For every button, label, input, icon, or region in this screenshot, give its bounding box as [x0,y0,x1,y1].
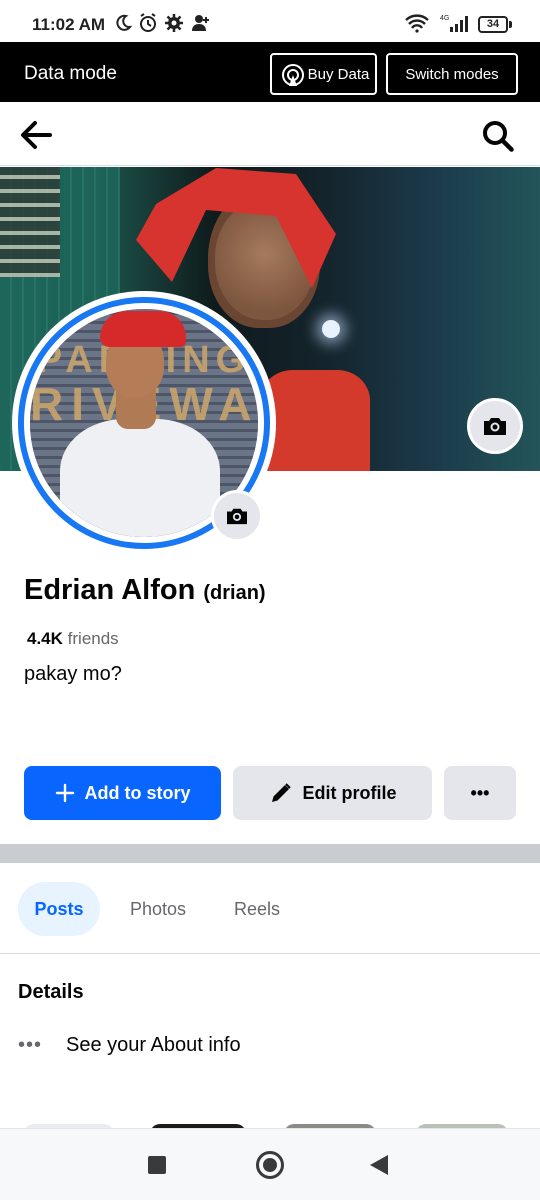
profile-bio: pakay mo? [24,663,122,685]
wifi-icon [405,14,429,33]
buy-data-button[interactable]: Buy Data [270,53,377,95]
home-icon[interactable] [256,1151,284,1179]
camera-icon [484,418,506,435]
see-about-info-label: See your About info [66,1033,241,1056]
cover-red-shirt [260,370,370,471]
alarm-icon [140,13,156,32]
svg-text:4G: 4G [440,15,449,22]
battery-tip [509,21,512,28]
tab-photos[interactable]: Photos [118,882,198,936]
gear-icon [165,14,183,32]
battery-icon: 34 [478,16,508,33]
data-mode-bar: Data mode Buy Data Switch modes [0,42,540,102]
tab-posts-label: Posts [34,898,84,919]
add-to-story-button[interactable]: Add to story [24,766,221,820]
status-time: 11:02 AM [32,15,106,34]
arrow-left-icon[interactable] [18,118,54,152]
cover-window [0,167,60,277]
more-options-label: ••• [470,782,490,803]
edit-profile-label: Edit profile [302,782,397,803]
friends-count-line[interactable]: 4.4K friends [27,629,119,649]
details-title: Details [18,981,84,1003]
profile-alternate-name: (drian) [203,582,266,604]
add-to-story-label: Add to story [84,782,191,803]
edit-profile-picture-button[interactable] [211,490,263,542]
profile-name-text: Edrian Alfon [24,574,196,606]
edit-cover-photo-button[interactable] [467,398,523,454]
see-about-info-row[interactable]: ••• See your About info [18,1030,241,1060]
system-navigation-bar [0,1128,540,1200]
tab-reels[interactable]: Reels [222,882,292,936]
search-icon[interactable] [480,118,516,154]
person-add-icon [192,15,209,31]
back-triangle-icon[interactable] [370,1155,388,1175]
plus-icon [55,783,74,803]
switch-modes-button[interactable]: Switch modes [386,53,518,95]
buy-data-label: Buy Data [307,65,370,83]
profile-header [0,102,540,166]
recent-apps-icon[interactable] [148,1156,166,1174]
section-divider [0,844,540,863]
friends-count: 4.4K [27,629,63,648]
switch-modes-label: Switch modes [405,65,499,83]
cover-light [322,320,340,338]
signal-4g-icon: 4G [440,15,468,32]
more-options-button[interactable]: ••• [444,766,516,820]
broadcast-icon [282,64,304,86]
tab-posts[interactable]: Posts [18,882,100,936]
friends-label: friends [67,629,119,648]
avatar-red-cap [100,311,186,347]
avatar-white-shirt [60,419,220,537]
status-bar: 11:02 AM 4G 34 [0,0,540,42]
profile-name: Edrian Alfon (drian) [24,574,266,607]
camera-icon [227,508,247,525]
pencil-icon [271,783,291,802]
data-mode-title: Data mode [24,63,117,84]
tab-reels-label: Reels [233,898,281,919]
home-icon-inner [263,1158,277,1172]
tabs-divider [0,953,540,954]
edit-profile-button[interactable]: Edit profile [233,766,432,820]
tab-photos-label: Photos [129,898,187,919]
more-dots-icon: ••• [18,1033,43,1056]
moon-icon [116,14,133,31]
